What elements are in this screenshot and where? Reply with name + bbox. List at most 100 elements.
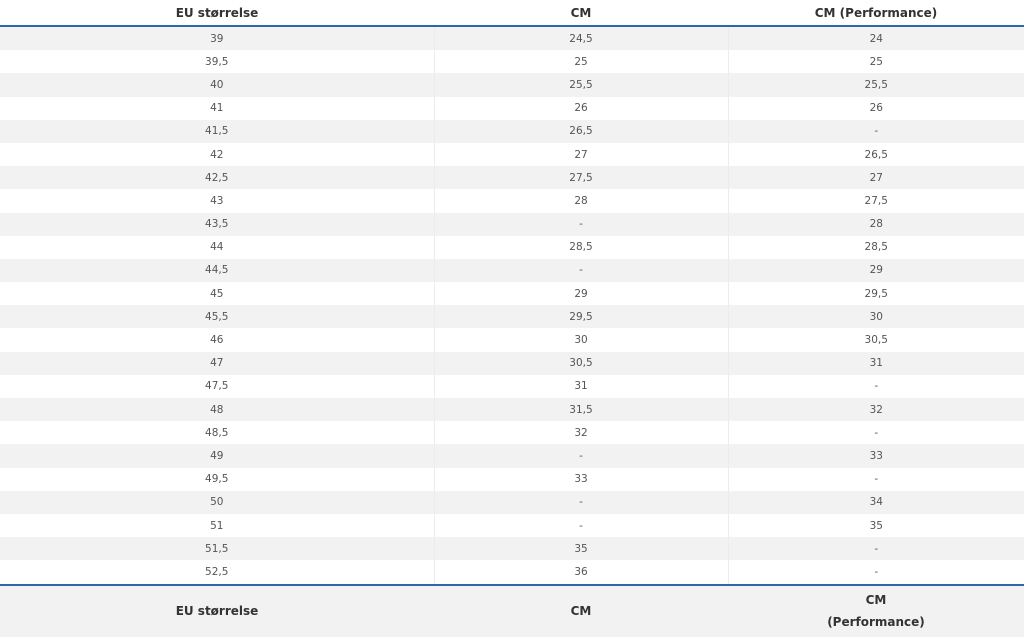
cell-cm: - [433, 444, 728, 468]
cell-eu-size: 47,5 [0, 374, 434, 398]
header-cm-performance: CM (Performance) [728, 0, 1024, 27]
cell-eu-size: 49,5 [0, 467, 434, 491]
cell-cm: 25,5 [433, 73, 728, 97]
cell-eu-size: 49 [0, 444, 434, 468]
cell-cm-performance: 28 [727, 212, 1024, 236]
cell-cm: 32 [433, 421, 728, 445]
cell-cm: - [433, 258, 728, 283]
cell-cm-performance: 25,5 [727, 73, 1024, 97]
table-row: 45 29 29,5 [0, 282, 1024, 306]
table-row: 51-35 [0, 513, 1024, 538]
cell-cm-performance: 32 [727, 398, 1024, 422]
cell-cm: 30 [433, 328, 728, 352]
cell-cm-performance: - [727, 421, 1024, 445]
cell-eu-size: 46 [0, 328, 434, 352]
table-row: 39 24,5 24 [0, 26, 1024, 51]
table-row: 48 31,5 32 [0, 398, 1024, 422]
cell-cm: 33 [433, 467, 728, 491]
cell-cm-performance: 27 [727, 166, 1024, 190]
cell-cm-performance: 24 [727, 26, 1024, 51]
cell-cm-performance: 31 [727, 351, 1024, 375]
table-row: 46 30 30,5 [0, 328, 1024, 352]
header-eu-size: EU størrelse [0, 0, 434, 27]
table-row: 39,5 25 25 [0, 50, 1024, 74]
cell-cm-performance: - [727, 374, 1024, 398]
cell-eu-size: 51,5 [0, 537, 434, 561]
cell-cm-performance: 25 [727, 50, 1024, 74]
cell-eu-size: 45,5 [0, 305, 434, 329]
table-row: 42 27 26,5 [0, 142, 1024, 167]
table-row: 45,5 29,5 30 [0, 305, 1024, 329]
cell-cm-performance: 34 [727, 490, 1024, 514]
header-cm: CM [434, 0, 728, 27]
cell-cm: 25 [433, 50, 728, 74]
table-row: 48,5 32- [0, 421, 1024, 445]
header-row: EU størrelse CM CM (Performance) [0, 0, 1024, 27]
cell-eu-size: 42,5 [0, 166, 434, 190]
footer-eu-size: EU størrelse [0, 583, 434, 637]
cell-eu-size: 51 [0, 513, 434, 538]
cell-cm-performance: 30,5 [727, 328, 1024, 352]
size-chart-table: EU størrelse CM CM (Performance) 39 24,5 2… [0, 0, 1024, 637]
cell-cm-performance: 30 [727, 305, 1024, 329]
cell-cm: 29,5 [433, 305, 728, 329]
cell-eu-size: 40 [0, 73, 434, 97]
table-row: 41 26 26 [0, 96, 1024, 120]
cell-cm: 24,5 [433, 26, 728, 51]
cell-eu-size: 42 [0, 142, 434, 167]
cell-eu-size: 44 [0, 235, 434, 259]
footer-cm-performance-line2: (Performance) [827, 615, 925, 629]
cell-cm: 26,5 [433, 119, 728, 143]
cell-cm: 30,5 [433, 351, 728, 375]
cell-cm: 26 [433, 96, 728, 120]
cell-cm: 27,5 [433, 166, 728, 190]
cell-eu-size: 48 [0, 398, 434, 422]
cell-eu-size: 44,5 [0, 258, 434, 283]
cell-cm: 28 [433, 189, 728, 213]
table-body: 39 24,5 24 39,5 25 25 40 25,5 25,5 41 26 26 41,5 26,5… [0, 26, 1024, 585]
cell-cm: 27 [433, 142, 728, 167]
cell-eu-size: 41,5 [0, 119, 434, 143]
table-row: 43 28 27,5 [0, 189, 1024, 213]
table-row: 40 25,5 25,5 [0, 73, 1024, 97]
footer-cm-performance-line1: CM [865, 593, 887, 607]
table-row: 47 30,5 31 [0, 351, 1024, 375]
cell-cm-performance: 28,5 [727, 235, 1024, 259]
cell-eu-size: 50 [0, 490, 434, 514]
cell-cm-performance: - [727, 119, 1024, 143]
table-row: 47,5 31- [0, 374, 1024, 398]
cell-cm-performance: 33 [727, 444, 1024, 468]
table-footer: EU størrelse CM CM (Performance) [0, 583, 1024, 637]
table-row: 49,5 33- [0, 467, 1024, 491]
cell-eu-size: 43 [0, 189, 434, 213]
table-row: 44,5-29 [0, 258, 1024, 283]
table-row: 50-34 [0, 490, 1024, 514]
table-row: 42,5 27,5 27 [0, 166, 1024, 190]
table-row: 49-33 [0, 444, 1024, 468]
cell-eu-size: 48,5 [0, 421, 434, 445]
cell-cm: 31,5 [433, 398, 728, 422]
cell-eu-size: 45 [0, 282, 434, 306]
table-row: 52,5 36- [0, 560, 1024, 585]
footer-cm-performance: CM (Performance) [728, 583, 1024, 637]
cell-cm-performance: 26,5 [727, 142, 1024, 167]
cell-cm-performance: 35 [727, 513, 1024, 538]
cell-cm: - [433, 513, 728, 538]
table-row: 43,5-28 [0, 212, 1024, 236]
cell-cm-performance: 27,5 [727, 189, 1024, 213]
cell-eu-size: 52,5 [0, 560, 434, 585]
cell-cm-performance: 26 [727, 96, 1024, 120]
cell-cm-performance: - [727, 467, 1024, 491]
cell-cm-performance: 29 [727, 258, 1024, 283]
cell-cm: 28,5 [433, 235, 728, 259]
table-row: 44 28,5 28,5 [0, 235, 1024, 259]
table-header: EU størrelse CM CM (Performance) [0, 0, 1024, 27]
cell-eu-size: 41 [0, 96, 434, 120]
cell-eu-size: 43,5 [0, 212, 434, 236]
cell-cm: 31 [433, 374, 728, 398]
cell-cm: 29 [433, 282, 728, 306]
cell-cm-performance: 29,5 [727, 282, 1024, 306]
footer-cm: CM [434, 583, 728, 637]
table-row: 41,5 26,5- [0, 119, 1024, 143]
cell-eu-size: 39 [0, 26, 434, 51]
